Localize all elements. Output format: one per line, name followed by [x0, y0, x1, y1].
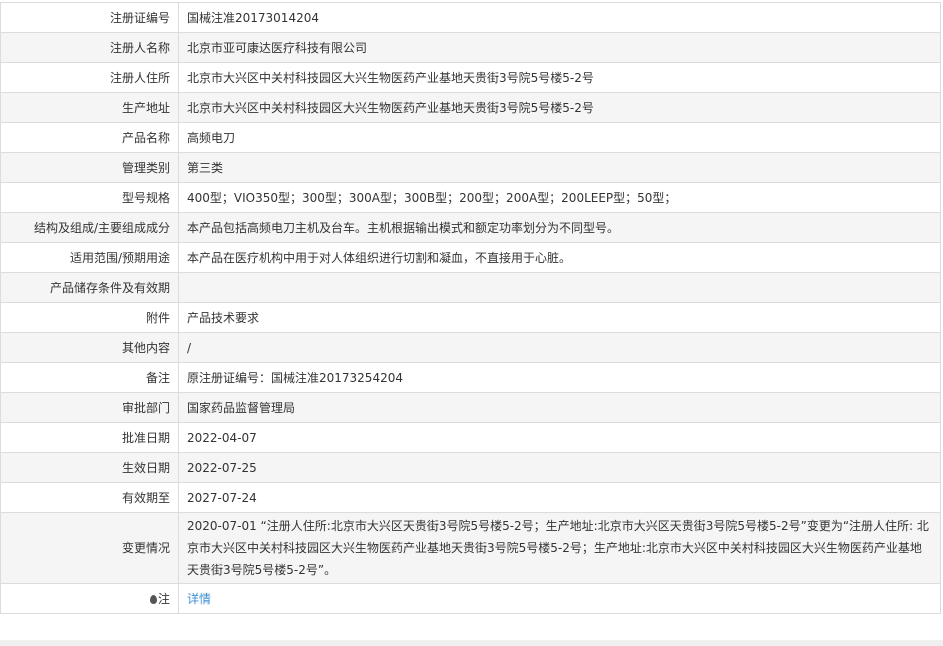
table-row: 生效日期 2022-07-25 — [0, 452, 941, 483]
table-row: 生产地址 北京市大兴区中关村科技园区大兴生物医药产业基地天贵街3号院5号楼5-2号 — [0, 92, 941, 123]
field-value: 北京市亚可康达医疗科技有限公司 — [178, 32, 941, 63]
field-value: 北京市大兴区中关村科技园区大兴生物医药产业基地天贵街3号院5号楼5-2号 — [178, 92, 941, 123]
table-row: 注册人名称 北京市亚可康达医疗科技有限公司 — [0, 32, 941, 63]
field-label: 适用范围/预期用途 — [0, 242, 179, 273]
table-row: 审批部门 国家药品监督管理局 — [0, 392, 941, 423]
field-label: 变更情况 — [0, 512, 179, 584]
field-value: 2027-07-24 — [178, 482, 941, 513]
table-row: 注册证编号 国械注准20173014204 — [0, 2, 941, 33]
pin-icon — [149, 594, 157, 604]
field-label: 有效期至 — [0, 482, 179, 513]
field-value: 第三类 — [178, 152, 941, 183]
field-label: 批准日期 — [0, 422, 179, 453]
field-value: 原注册证编号：国械注准20173254204 — [178, 362, 941, 393]
table-row: 批准日期 2022-04-07 — [0, 422, 941, 453]
field-label: 备注 — [0, 362, 179, 393]
table-row: 产品储存条件及有效期 — [0, 272, 941, 303]
field-label: 产品储存条件及有效期 — [0, 272, 179, 303]
table-row: 其他内容 / — [0, 332, 941, 363]
table-row: 管理类别 第三类 — [0, 152, 941, 183]
field-label: 生效日期 — [0, 452, 179, 483]
bottom-strip — [0, 640, 943, 646]
table-row: 附件 产品技术要求 — [0, 302, 941, 333]
table-row: 型号规格 400型；VIO350型；300型；300A型；300B型；200型；2… — [0, 182, 941, 213]
field-label: 审批部门 — [0, 392, 179, 423]
table-row: 注册人住所 北京市大兴区中关村科技园区大兴生物医药产业基地天贵街3号院5号楼5-2… — [0, 62, 941, 93]
field-value: 400型；VIO350型；300型；300A型；300B型；200型；200A型… — [178, 182, 941, 213]
details-link[interactable]: 详情 — [187, 592, 211, 606]
field-value — [178, 272, 941, 303]
field-label: 其他内容 — [0, 332, 179, 363]
field-label: 管理类别 — [0, 152, 179, 183]
table-row: 变更情况 2020-07-01 “注册人住所:北京市大兴区天贵街3号院5号楼5-2… — [0, 512, 941, 584]
field-value: 本产品在医疗机构中用于对人体组织进行切割和凝血，不直接用于心脏。 — [178, 242, 941, 273]
field-label: 产品名称 — [0, 122, 179, 153]
field-value: 北京市大兴区中关村科技园区大兴生物医药产业基地天贵街3号院5号楼5-2号 — [178, 62, 941, 93]
field-value: 2022-07-25 — [178, 452, 941, 483]
note-label-text: 注 — [157, 591, 170, 606]
table-row: 结构及组成/主要组成成分 本产品包括高频电刀主机及台车。主机根据输出模式和额定功率… — [0, 212, 941, 243]
table-row: 有效期至 2027-07-24 — [0, 482, 941, 513]
field-label: 生产地址 — [0, 92, 179, 123]
field-value: 高频电刀 — [178, 122, 941, 153]
field-label: 型号规格 — [0, 182, 179, 213]
field-value: 本产品包括高频电刀主机及台车。主机根据输出模式和额定功率划分为不同型号。 — [178, 212, 941, 243]
field-value: 国家药品监督管理局 — [178, 392, 941, 423]
table-row: 适用范围/预期用途 本产品在医疗机构中用于对人体组织进行切割和凝血，不直接用于心脏… — [0, 242, 941, 273]
field-value: 国械注准20173014204 — [178, 2, 941, 33]
field-value: 2022-04-07 — [178, 422, 941, 453]
field-value: 产品技术要求 — [178, 302, 941, 333]
field-label: 注册证编号 — [0, 2, 179, 33]
table-row: 备注 原注册证编号：国械注准20173254204 — [0, 362, 941, 393]
registration-detail-table: 注册证编号 国械注准20173014204 注册人名称 北京市亚可康达医疗科技有限公司… — [0, 2, 941, 614]
field-value: / — [178, 332, 941, 363]
field-label: 注册人住所 — [0, 62, 179, 93]
table-row: 产品名称 高频电刀 — [0, 122, 941, 153]
note-label: 注 — [0, 583, 179, 614]
note-row: 注 详情 — [0, 583, 941, 614]
field-label: 附件 — [0, 302, 179, 333]
field-label: 结构及组成/主要组成成分 — [0, 212, 179, 243]
field-value: 2020-07-01 “注册人住所:北京市大兴区天贵街3号院5号楼5-2号；生产… — [178, 512, 941, 584]
field-label: 注册人名称 — [0, 32, 179, 63]
